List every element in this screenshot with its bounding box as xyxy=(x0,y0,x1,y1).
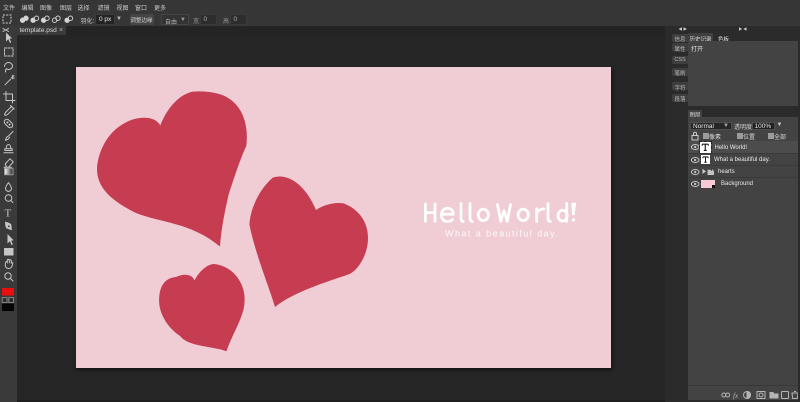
svg-text:What a beautiful day.: What a beautiful day. xyxy=(445,228,559,238)
svg-text:fx: fx xyxy=(733,392,739,400)
svg-text:T: T xyxy=(5,208,12,220)
